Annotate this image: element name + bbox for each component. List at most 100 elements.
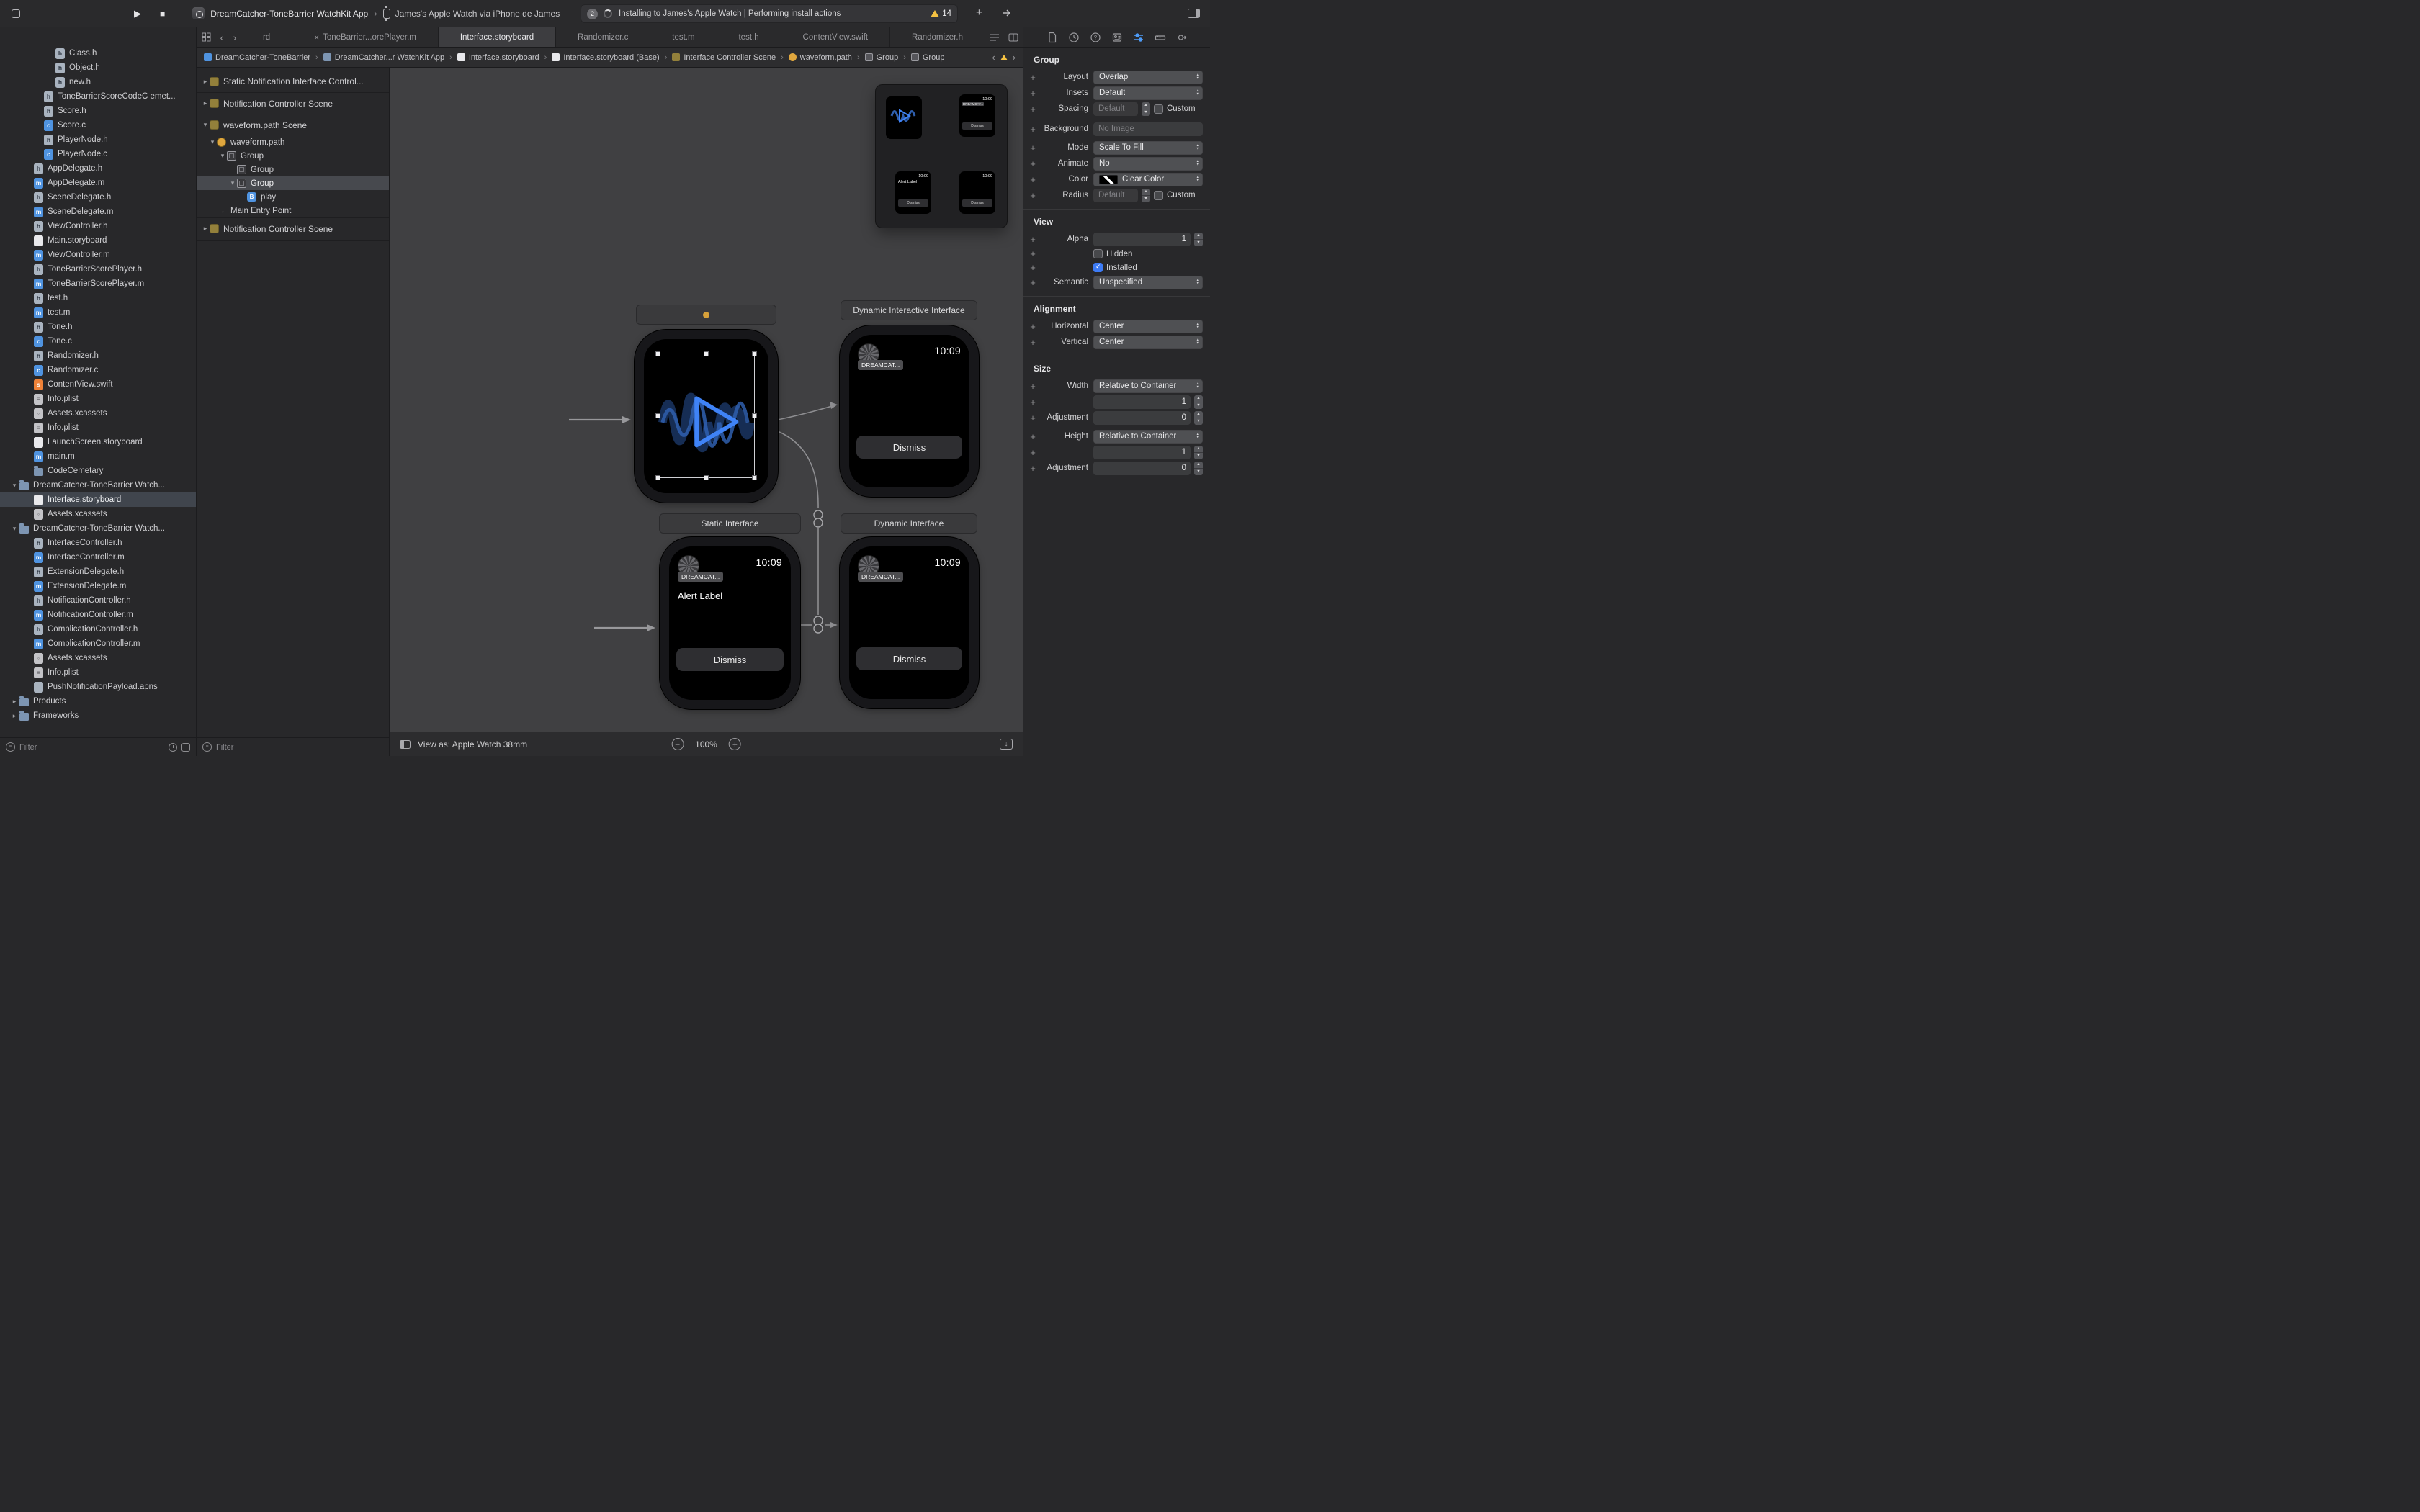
add-attribute-button[interactable]: +	[1023, 277, 1042, 288]
editor-tab[interactable]: × Randomizer.h	[890, 27, 985, 47]
file-row[interactable]: Assets.xcassets	[0, 507, 196, 521]
width-multiplier-field[interactable]: 1	[1093, 395, 1191, 409]
minimap-static-scene[interactable]: 10:09 Alert Label Dismiss	[895, 171, 931, 214]
add-attribute-button[interactable]: +	[1023, 72, 1042, 83]
file-row[interactable]: Info.plist	[0, 420, 196, 435]
file-row[interactable]: Score.h	[0, 104, 196, 118]
file-row[interactable]: SceneDelegate.m	[0, 204, 196, 219]
dismiss-button[interactable]: Dismiss	[676, 648, 784, 671]
jumpbar-item[interactable]: Interface.storyboard (Base) ›	[552, 53, 672, 62]
related-items-icon[interactable]	[197, 27, 215, 47]
disclosure-chevron-icon[interactable]	[201, 121, 210, 129]
scheme-app-icon[interactable]	[192, 7, 205, 19]
file-row[interactable]: Score.c	[0, 118, 196, 132]
add-attribute-button[interactable]: +	[1023, 158, 1042, 169]
view-as-button[interactable]: View as: Apple Watch 38mm	[418, 739, 527, 750]
scm-status-filter-icon[interactable]	[182, 743, 190, 752]
file-row[interactable]: InterfaceController.h	[0, 536, 196, 550]
jumpbar-item[interactable]: Group ›	[865, 53, 911, 62]
scene-static-watch[interactable]: 10:09 DREAMCAT... Alert Label Dismiss	[660, 537, 800, 709]
resize-handle[interactable]	[655, 351, 660, 356]
resize-handle[interactable]	[752, 413, 757, 418]
forward-button[interactable]: ›	[228, 27, 241, 47]
add-attribute-button[interactable]: +	[1023, 463, 1042, 474]
update-frames-icon[interactable]: ↓	[1000, 739, 1013, 750]
window-icon[interactable]	[12, 9, 20, 18]
minimap-dynamic-interactive-scene[interactable]: 10:09 DREAMCAT... Dismiss	[959, 94, 995, 137]
background-field[interactable]: No Image	[1093, 122, 1203, 136]
spacing-stepper[interactable]: ▲▼	[1142, 102, 1150, 116]
width-adjustment-field[interactable]: 0	[1093, 411, 1191, 425]
file-row[interactable]: main.m	[0, 449, 196, 464]
layout-popup[interactable]: Overlap ▲▼	[1093, 71, 1203, 84]
file-row[interactable]: ToneBarrierScoreCodeC emet...	[0, 89, 196, 104]
height-multiplier-field[interactable]: 1	[1093, 446, 1191, 459]
vertical-popup[interactable]: Center ▲▼	[1093, 336, 1203, 349]
outline-row[interactable]: Group	[197, 176, 389, 190]
animate-popup[interactable]: No ▲▼	[1093, 157, 1203, 171]
height-adjustment-stepper[interactable]: ▲▼	[1194, 462, 1203, 475]
file-row[interactable]: ViewController.m	[0, 248, 196, 262]
file-row[interactable]: Tone.h	[0, 320, 196, 334]
outline-row[interactable]: waveform.path Scene	[197, 114, 389, 135]
file-row[interactable]: Frameworks	[0, 708, 196, 723]
file-row[interactable]: NotificationController.h	[0, 593, 196, 608]
editor-tab[interactable]: × test.m	[650, 27, 717, 47]
file-row[interactable]: Randomizer.h	[0, 348, 196, 363]
add-attribute-button[interactable]: +	[1023, 124, 1042, 135]
history-inspector-icon[interactable]	[1068, 32, 1080, 43]
minimap[interactable]: 10:09 DREAMCAT... Dismiss 10:09 Alert La…	[876, 85, 1007, 228]
disclosure-chevron-icon[interactable]	[201, 78, 210, 86]
toggle-inspector-button[interactable]	[1188, 9, 1200, 18]
file-row[interactable]: PushNotificationPayload.apns	[0, 680, 196, 694]
file-row[interactable]: PlayerNode.h	[0, 132, 196, 147]
height-adjustment-field[interactable]: 0	[1093, 462, 1191, 475]
file-row[interactable]: ContentView.swift	[0, 377, 196, 392]
next-issue-icon[interactable]: ›	[1013, 52, 1016, 63]
resize-handle[interactable]	[655, 413, 660, 418]
hidden-checkbox[interactable]	[1093, 249, 1103, 258]
editor-tab[interactable]: × Interface.storyboard	[439, 27, 556, 47]
outline-row[interactable]: play	[197, 190, 389, 204]
add-attribute-button[interactable]: +	[1023, 248, 1042, 259]
connections-inspector-icon[interactable]	[1176, 32, 1188, 43]
file-row[interactable]: Randomizer.c	[0, 363, 196, 377]
outline-filter-input[interactable]	[216, 743, 383, 752]
file-row[interactable]: Main.storyboard	[0, 233, 196, 248]
disclosure-chevron-icon[interactable]	[10, 525, 19, 533]
add-attribute-button[interactable]: +	[1023, 447, 1042, 458]
disclosure-chevron-icon[interactable]	[218, 152, 227, 160]
jumpbar-item[interactable]: DreamCatcher-ToneBarrier ›	[204, 53, 323, 62]
file-row[interactable]: new.h	[0, 75, 196, 89]
add-attribute-button[interactable]: +	[1023, 413, 1042, 423]
width-adjustment-stepper[interactable]: ▲▼	[1194, 411, 1203, 425]
add-attribute-button[interactable]: +	[1023, 104, 1042, 114]
scene-title-dynamic-interactive[interactable]: Dynamic Interactive Interface	[841, 301, 977, 320]
back-button[interactable]: ‹	[215, 27, 228, 47]
add-attribute-button[interactable]: +	[1023, 431, 1042, 442]
add-attribute-button[interactable]: +	[1023, 190, 1042, 201]
file-row[interactable]: Tone.c	[0, 334, 196, 348]
add-tab-button[interactable]: +	[976, 6, 982, 19]
zoom-out-button[interactable]: −	[671, 738, 684, 750]
file-row[interactable]: ExtensionDelegate.h	[0, 564, 196, 579]
file-row[interactable]: Info.plist	[0, 392, 196, 406]
add-attribute-button[interactable]: +	[1023, 397, 1042, 408]
activity-status-view[interactable]: 2 Installing to James's Apple Watch | Pe…	[581, 4, 958, 23]
semantic-popup[interactable]: Unspecified ▲▼	[1093, 276, 1203, 289]
disclosure-chevron-icon[interactable]	[10, 482, 19, 490]
file-row[interactable]: ViewController.h	[0, 219, 196, 233]
run-button[interactable]: ▶	[134, 8, 141, 19]
file-row[interactable]: NotificationController.m	[0, 608, 196, 622]
add-attribute-button[interactable]: +	[1023, 174, 1042, 185]
device-configuration-icon[interactable]	[400, 740, 411, 749]
run-destination[interactable]: James's Apple Watch via iPhone de James	[395, 9, 560, 19]
add-attribute-button[interactable]: +	[1023, 381, 1042, 392]
file-row[interactable]: AppDelegate.h	[0, 161, 196, 176]
file-row[interactable]: test.m	[0, 305, 196, 320]
code-review-icon[interactable]	[985, 27, 1004, 47]
outline-row[interactable]: Main Entry Point	[197, 204, 389, 217]
file-row[interactable]: DreamCatcher-ToneBarrier Watch...	[0, 521, 196, 536]
horizontal-popup[interactable]: Center ▲▼	[1093, 320, 1203, 333]
height-popup[interactable]: Relative to Container ▲▼	[1093, 430, 1203, 444]
